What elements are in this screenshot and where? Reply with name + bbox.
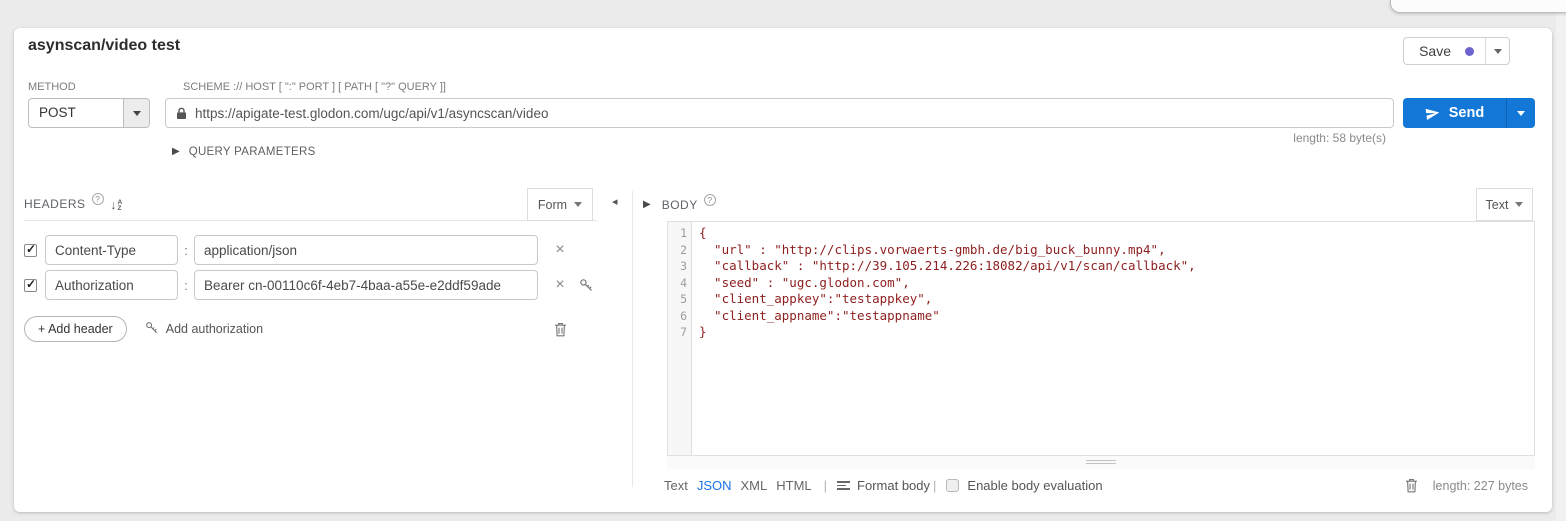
headers-pane-header: HEADERS ? ↓ AZ Form <box>24 188 597 221</box>
format-tab-xml[interactable]: XML <box>741 478 768 493</box>
request-card: asynscan/video test Save METHOD SCHEME :… <box>14 28 1552 512</box>
body-length-indicator: length: 227 bytes <box>1433 479 1528 493</box>
header-name-input[interactable] <box>45 270 178 300</box>
remove-header-button[interactable]: × <box>554 242 566 258</box>
headers-view-mode-dropdown[interactable]: Form <box>527 188 593 221</box>
header-enabled-checkbox[interactable] <box>24 244 37 257</box>
body-pane: ▶ BODY ? Text 1 2 3 4 5 6 7 { "url" : "h… <box>643 188 1535 493</box>
remove-header-button[interactable]: × <box>554 277 566 293</box>
pane-splitter[interactable] <box>632 191 633 487</box>
enable-body-evaluation-checkbox[interactable] <box>946 479 959 492</box>
align-lines-icon <box>837 481 850 490</box>
save-button-label: Save <box>1419 43 1451 59</box>
save-button[interactable]: Save <box>1404 38 1485 64</box>
chevron-down-icon <box>574 202 582 207</box>
header-rows: : × : × <box>24 235 597 300</box>
enable-body-evaluation-label[interactable]: Enable body evaluation <box>967 478 1102 493</box>
separator: | <box>824 478 827 493</box>
body-view-mode-dropdown[interactable]: Text <box>1476 188 1533 221</box>
method-select[interactable]: POST <box>28 98 150 128</box>
add-header-button[interactable]: + Add header <box>24 316 127 342</box>
help-icon[interactable]: ? <box>704 194 716 206</box>
key-icon <box>145 321 159 338</box>
line-number-gutter: 1 2 3 4 5 6 7 <box>668 222 692 455</box>
code-line: "client_appkey":"testappkey", <box>699 291 1534 308</box>
code-line: "callback" : "http://39.105.214.226:1808… <box>699 258 1534 275</box>
format-tab-html[interactable]: HTML <box>776 478 811 493</box>
method-label: METHOD <box>28 81 76 93</box>
url-field[interactable] <box>165 98 1394 128</box>
method-dropdown-toggle[interactable] <box>123 99 149 127</box>
send-button-label: Send <box>1449 105 1484 121</box>
method-value: POST <box>29 99 123 127</box>
clear-body-trash-icon[interactable] <box>1405 478 1418 493</box>
colon-separator: : <box>178 278 194 293</box>
request-row: POST Send <box>28 98 1535 128</box>
send-split-button: Send <box>1403 98 1535 128</box>
send-button[interactable]: Send <box>1403 98 1506 128</box>
body-pane-header: ▶ BODY ? Text <box>643 188 1535 221</box>
editor-resize-bar[interactable] <box>667 456 1535 469</box>
headers-pane: HEADERS ? ↓ AZ Form : × <box>24 188 597 342</box>
add-authorization-button[interactable]: Add authorization <box>145 321 263 338</box>
separator: | <box>933 478 936 493</box>
chevron-down-icon <box>133 111 141 116</box>
sort-az-icon[interactable]: ↓ AZ <box>111 199 123 212</box>
resize-grip-icon <box>1086 460 1116 466</box>
header-row: : × <box>24 235 597 265</box>
code-line: { <box>699 225 1534 242</box>
format-body-button[interactable]: Format body <box>837 478 930 493</box>
body-footer-right: length: 227 bytes <box>1405 478 1528 493</box>
authorization-key-icon[interactable] <box>579 278 594 293</box>
chevron-down-icon <box>1494 49 1502 54</box>
header-value-input[interactable] <box>194 235 538 265</box>
query-parameters-toggle[interactable]: ▶ QUERY PARAMETERS <box>172 146 316 158</box>
send-dropdown-button[interactable] <box>1506 98 1535 128</box>
help-icon[interactable]: ? <box>92 193 104 205</box>
format-tab-text[interactable]: Text <box>664 478 688 493</box>
code-line: "client_appname":"testappname" <box>699 308 1534 325</box>
save-dropdown-button[interactable] <box>1485 38 1509 64</box>
url-input[interactable] <box>195 106 1383 121</box>
body-footer-toolbar: Text JSON XML HTML | Format body | Enabl… <box>664 478 1528 493</box>
query-parameters-label: QUERY PARAMETERS <box>189 146 316 158</box>
header-row: : × <box>24 270 597 300</box>
format-tab-json[interactable]: JSON <box>697 478 732 493</box>
headers-actions-row: + Add header Add authorization <box>24 316 597 342</box>
paper-plane-icon <box>1424 105 1441 122</box>
delete-headers-trash-icon[interactable] <box>554 322 567 337</box>
save-split-button: Save <box>1403 37 1510 65</box>
headers-section-label: HEADERS <box>24 197 86 211</box>
page-title: asynscan/video test <box>28 37 180 55</box>
scheme-label: SCHEME :// HOST [ ":" PORT ] [ PATH [ "?… <box>183 81 446 93</box>
page-scrollbar[interactable] <box>1556 0 1566 521</box>
header-value-input[interactable] <box>194 270 538 300</box>
collapsed-panel-tab[interactable] <box>1390 0 1566 13</box>
chevron-down-icon <box>1517 111 1525 116</box>
chevron-down-icon <box>1515 202 1523 207</box>
body-editor[interactable]: 1 2 3 4 5 6 7 { "url" : "http://clips.vo… <box>667 221 1535 456</box>
header-name-input[interactable] <box>45 235 178 265</box>
unsaved-indicator-dot <box>1465 47 1474 56</box>
triangle-right-icon: ▶ <box>172 147 180 157</box>
code-line: "url" : "http://clips.vorwaerts-gmbh.de/… <box>699 242 1534 259</box>
body-collapse-arrow[interactable]: ▶ <box>643 200 651 210</box>
lock-icon <box>176 107 187 120</box>
body-view-mode-value: Text <box>1486 198 1509 212</box>
headers-view-mode-value: Form <box>538 198 567 212</box>
url-length-indicator: length: 58 byte(s) <box>1293 131 1386 145</box>
colon-separator: : <box>178 243 194 258</box>
code-line: } <box>699 324 1534 341</box>
body-section-label: BODY <box>662 198 698 212</box>
header-enabled-checkbox[interactable] <box>24 279 37 292</box>
code-line: "seed" : "ugc.glodon.com", <box>699 275 1534 292</box>
collapse-left-pane-arrow[interactable]: ◂ <box>612 197 618 208</box>
body-code-text[interactable]: { "url" : "http://clips.vorwaerts-gmbh.d… <box>692 222 1534 455</box>
